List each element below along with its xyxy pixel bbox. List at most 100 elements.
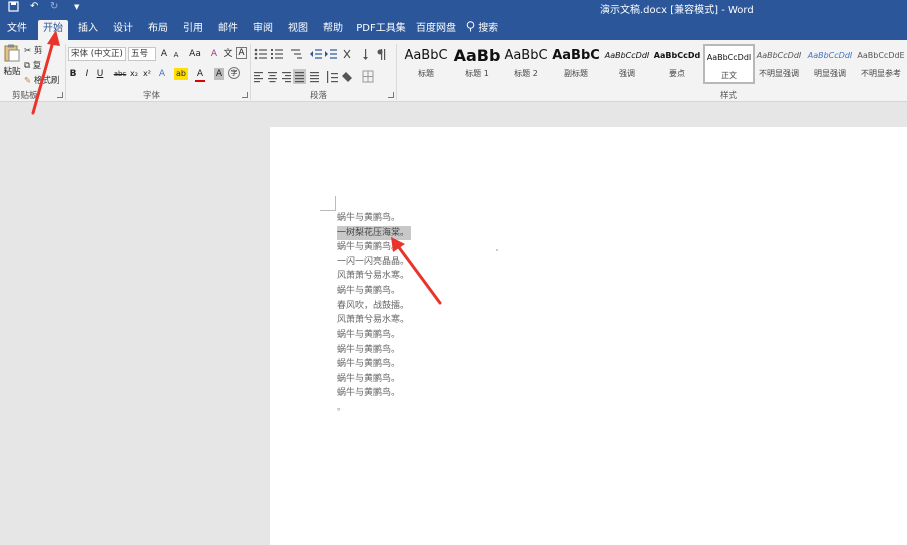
scissors-icon: ✂	[24, 46, 32, 56]
style-sample: AaBbCcDdI	[706, 53, 752, 62]
style-subtle-emphasis[interactable]: AaBbCcDdI 不明显强调	[753, 44, 805, 84]
style-sample: AaBb	[453, 46, 501, 65]
tab-baidu-netdisk[interactable]: 百度网盘	[414, 20, 458, 40]
clipboard-icon	[2, 44, 22, 66]
document-line[interactable]: 蜗牛与黄鹂鸟。	[337, 211, 400, 225]
tab-pdf-tools[interactable]: PDF工具集	[354, 20, 408, 40]
font-color-button[interactable]: A	[195, 68, 205, 82]
borders-icon[interactable]	[362, 70, 374, 83]
subscript-button[interactable]: x₂	[128, 68, 140, 80]
document-line[interactable]: 蜗牛与黄鹂鸟。	[337, 357, 400, 371]
format-painter-button[interactable]: ✎ 格式刷	[24, 74, 59, 86]
document-line[interactable]: 蜗牛与黄鹂鸟。	[337, 240, 400, 254]
customize-quick-access-icon[interactable]: ▼	[74, 3, 79, 11]
document-line[interactable]: 蜗牛与黄鹂鸟。	[337, 343, 400, 357]
cut-button[interactable]: ✂ 剪	[24, 44, 42, 56]
increase-indent-icon[interactable]	[325, 49, 337, 59]
copy-label: 复	[32, 61, 42, 71]
style-sample: AaBbCcDdE	[857, 51, 905, 60]
tab-mailings[interactable]: 邮件	[214, 20, 242, 40]
numbering-icon[interactable]	[271, 49, 283, 59]
clipboard-launcher-icon[interactable]	[57, 92, 63, 98]
character-border-button[interactable]: A	[236, 47, 247, 59]
document-line[interactable]: 蜗牛与黄鹂鸟。	[337, 328, 400, 342]
save-icon[interactable]	[8, 1, 19, 15]
style-title[interactable]: AaBbC 标题	[400, 44, 452, 84]
decrease-indent-icon[interactable]	[310, 49, 322, 59]
align-left-icon[interactable]	[254, 72, 263, 83]
document-line-selected[interactable]: 一树梨花压海棠。	[337, 226, 412, 240]
paragraph-group-label: 段落	[310, 91, 328, 101]
paragraph-launcher-icon[interactable]	[388, 92, 394, 98]
style-strong[interactable]: AaBbCcDd 要点	[651, 44, 703, 84]
group-divider	[396, 44, 397, 100]
grow-font-button[interactable]: A	[159, 48, 169, 60]
document-line[interactable]: 风萧萧兮易水寒。	[337, 269, 409, 283]
font-group-label: 字体	[143, 91, 161, 101]
tab-file[interactable]: 文件	[4, 20, 30, 40]
style-subtle-reference[interactable]: AaBbCcDdE 不明显参考	[855, 44, 907, 84]
tab-references[interactable]: 引用	[179, 20, 207, 40]
tab-review[interactable]: 审阅	[249, 20, 277, 40]
format-painter-label: 格式刷	[33, 76, 60, 86]
tab-layout[interactable]: 布局	[144, 20, 172, 40]
style-sample: AaBbC	[504, 48, 548, 63]
shrink-font-button[interactable]: A	[171, 49, 181, 61]
line-spacing-icon[interactable]	[327, 71, 338, 83]
clear-formatting-button[interactable]: A	[209, 48, 219, 60]
text-effects-button[interactable]: A	[157, 68, 167, 80]
multilevel-list-icon[interactable]	[291, 49, 302, 59]
document-line[interactable]: 春风吹，战鼓擂。	[337, 299, 409, 313]
style-heading-2[interactable]: AaBbC 标题 2	[500, 44, 552, 84]
italic-button[interactable]: I	[82, 68, 92, 80]
underline-button[interactable]: U	[95, 68, 105, 80]
change-case-button[interactable]: Aa	[186, 48, 204, 60]
show-paragraph-marks-icon[interactable]	[377, 49, 386, 60]
bold-button[interactable]: B	[68, 68, 78, 80]
style-heading-1[interactable]: AaBb 标题 1	[451, 44, 503, 84]
distributed-icon[interactable]	[310, 72, 319, 83]
bullets-icon[interactable]	[254, 48, 267, 60]
shading-icon[interactable]	[342, 72, 352, 82]
document-line[interactable]: 蜗牛与黄鹂鸟。	[337, 386, 400, 400]
paste-button[interactable]: 粘贴	[2, 44, 22, 78]
document-line[interactable]: 蜗牛与黄鹂鸟。	[337, 372, 400, 386]
tab-insert[interactable]: 插入	[74, 20, 102, 40]
tab-home[interactable]: 开始	[38, 20, 68, 40]
sort-icon[interactable]	[363, 49, 368, 60]
title-bar: ↶ ↻ ▼ 演示文稿.docx [兼容模式] - Word	[0, 0, 907, 17]
justify-icon[interactable]	[293, 69, 306, 84]
copy-button[interactable]: ⧉ 复	[24, 59, 41, 71]
document-area[interactable]	[0, 103, 907, 545]
tab-help[interactable]: 帮助	[319, 20, 347, 40]
align-center-icon[interactable]	[268, 72, 277, 83]
strikethrough-button[interactable]: abc	[112, 68, 128, 80]
style-emphasis[interactable]: AaBbCcDdI 强调	[601, 44, 653, 84]
crop-mark	[335, 196, 336, 210]
phonetic-guide-button[interactable]: 文	[222, 48, 234, 60]
font-launcher-icon[interactable]	[242, 92, 248, 98]
style-normal[interactable]: AaBbCcDdI 正文	[703, 44, 755, 84]
style-subtitle[interactable]: AaBbC 副标题	[550, 44, 602, 84]
redo-icon[interactable]: ↻	[50, 1, 58, 12]
tell-me-search[interactable]: 搜索	[466, 20, 498, 38]
superscript-button[interactable]: x²	[141, 68, 153, 80]
paintbrush-icon: ✎	[24, 76, 32, 86]
document-line[interactable]: 一闪一闪亮晶晶。	[337, 255, 409, 269]
undo-icon[interactable]: ↶	[30, 1, 38, 12]
style-sample: AaBbCcDdI	[604, 51, 650, 60]
tab-design[interactable]: 设计	[109, 20, 137, 40]
document-line-empty[interactable]: 。	[337, 401, 346, 415]
document-line[interactable]: 风萧萧兮易水寒。	[337, 313, 409, 327]
character-shading-button[interactable]: A	[214, 68, 224, 80]
tab-view[interactable]: 视图	[284, 20, 312, 40]
enclose-characters-button[interactable]: 字	[228, 67, 240, 79]
document-line[interactable]: 蜗牛与黄鹂鸟。	[337, 284, 400, 298]
font-size-select[interactable]: 五号	[128, 47, 156, 61]
chinese-layout-icon[interactable]	[343, 49, 351, 59]
clipboard-group-label: 剪贴板	[12, 91, 38, 101]
font-name-select[interactable]: 宋体 (中文正)	[68, 47, 126, 61]
highlight-color-button[interactable]: ab	[174, 68, 188, 80]
align-right-icon[interactable]	[282, 72, 291, 83]
style-intense-emphasis[interactable]: AaBbCcDdI 明显强调	[804, 44, 856, 84]
